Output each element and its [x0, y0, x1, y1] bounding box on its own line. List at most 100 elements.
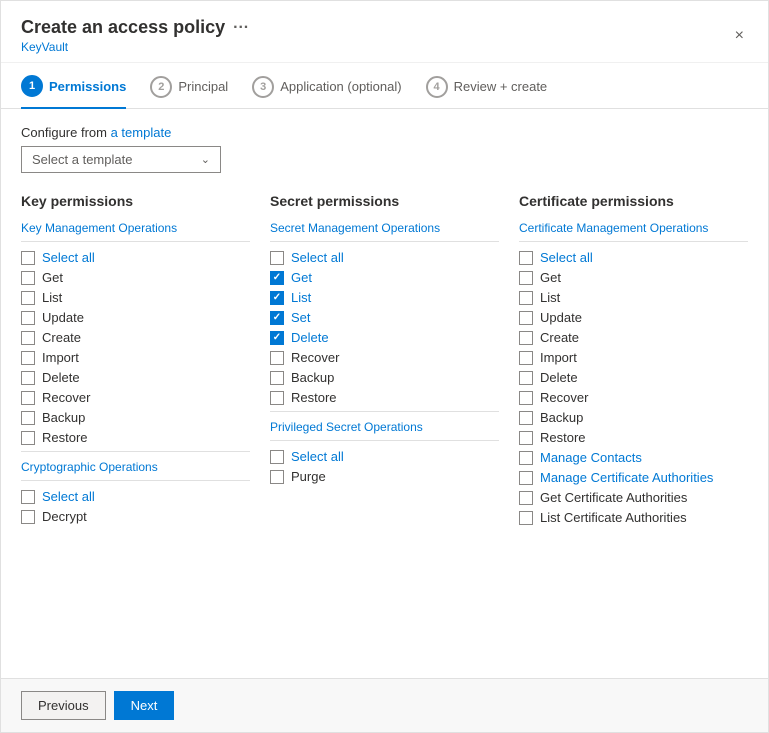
secret-restore-item: Restore — [270, 390, 499, 405]
crypto-select-all-item: Select all — [21, 489, 250, 504]
priv-secret-divider2 — [270, 440, 499, 441]
key-delete-label: Delete — [42, 370, 80, 385]
crypto-decrypt-checkbox[interactable] — [21, 510, 35, 524]
more-options-icon[interactable]: ··· — [233, 19, 249, 37]
secret-backup-checkbox[interactable] — [270, 371, 284, 385]
priv-select-all-checkbox[interactable] — [270, 450, 284, 464]
secret-list-checkbox[interactable] — [270, 291, 284, 305]
cert-recover-label: Recover — [540, 390, 588, 405]
next-button[interactable]: Next — [114, 691, 175, 720]
cert-list-checkbox[interactable] — [519, 291, 533, 305]
key-delete-checkbox[interactable] — [21, 371, 35, 385]
step-3-application[interactable]: 3 Application (optional) — [252, 76, 401, 108]
panel-title: Create an access policy ··· — [21, 17, 249, 38]
secret-backup-item: Backup — [270, 370, 499, 385]
template-select-dropdown[interactable]: Select a template ⌄ — [21, 146, 221, 173]
secret-select-all-label: Select all — [291, 250, 344, 265]
cert-permissions-title: Certificate permissions — [519, 193, 748, 209]
cert-restore-checkbox[interactable] — [519, 431, 533, 445]
secret-set-checkbox[interactable] — [270, 311, 284, 325]
footer: Previous Next — [1, 678, 768, 732]
previous-button[interactable]: Previous — [21, 691, 106, 720]
key-update-checkbox[interactable] — [21, 311, 35, 325]
cert-import-label: Import — [540, 350, 577, 365]
panel-header-left: Create an access policy ··· KeyVault — [21, 17, 249, 54]
cert-list-item: List — [519, 290, 748, 305]
template-link[interactable]: a template — [111, 125, 172, 140]
key-mgmt-divider — [21, 241, 250, 242]
chevron-down-icon: ⌄ — [201, 153, 210, 166]
key-import-checkbox[interactable] — [21, 351, 35, 365]
secret-get-item: Get — [270, 270, 499, 285]
step-2-label: Principal — [178, 79, 228, 94]
priv-select-all-item: Select all — [270, 449, 499, 464]
cert-manage-contacts-label: Manage Contacts — [540, 450, 642, 465]
key-select-all-label: Select all — [42, 250, 95, 265]
cert-import-checkbox[interactable] — [519, 351, 533, 365]
steps-bar: 1 Permissions 2 Principal 3 Application … — [1, 63, 768, 109]
priv-secret-section-title: Privileged Secret Operations — [270, 420, 499, 434]
cert-get-item: Get — [519, 270, 748, 285]
key-list-checkbox[interactable] — [21, 291, 35, 305]
cert-manage-contacts-item: Manage Contacts — [519, 450, 748, 465]
cert-list-ca-checkbox[interactable] — [519, 511, 533, 525]
cert-delete-checkbox[interactable] — [519, 371, 533, 385]
cert-get-checkbox[interactable] — [519, 271, 533, 285]
key-delete-item: Delete — [21, 370, 250, 385]
secret-get-label: Get — [291, 270, 312, 285]
crypto-select-all-checkbox[interactable] — [21, 490, 35, 504]
step-1-permissions[interactable]: 1 Permissions — [21, 75, 126, 109]
priv-secret-divider — [270, 411, 499, 412]
secret-list-item: List — [270, 290, 499, 305]
key-update-label: Update — [42, 310, 84, 325]
key-list-item: List — [21, 290, 250, 305]
crypto-divider — [21, 451, 250, 452]
secret-select-all-checkbox[interactable] — [270, 251, 284, 265]
cert-select-all-checkbox[interactable] — [519, 251, 533, 265]
secret-permissions-title: Secret permissions — [270, 193, 499, 209]
secret-recover-checkbox[interactable] — [270, 351, 284, 365]
cert-create-checkbox[interactable] — [519, 331, 533, 345]
key-backup-checkbox[interactable] — [21, 411, 35, 425]
cert-backup-item: Backup — [519, 410, 748, 425]
cert-delete-label: Delete — [540, 370, 578, 385]
key-get-checkbox[interactable] — [21, 271, 35, 285]
cert-manage-ca-item: Manage Certificate Authorities — [519, 470, 748, 485]
crypto-decrypt-item: Decrypt — [21, 509, 250, 524]
step-4-review[interactable]: 4 Review + create — [426, 76, 548, 108]
cert-mgmt-section-title: Certificate Management Operations — [519, 221, 748, 235]
key-restore-checkbox[interactable] — [21, 431, 35, 445]
key-permissions-column: Key permissions Key Management Operation… — [21, 193, 250, 530]
secret-backup-label: Backup — [291, 370, 334, 385]
secret-mgmt-section-title: Secret Management Operations — [270, 221, 499, 235]
key-create-label: Create — [42, 330, 81, 345]
key-create-item: Create — [21, 330, 250, 345]
key-recover-checkbox[interactable] — [21, 391, 35, 405]
cert-backup-checkbox[interactable] — [519, 411, 533, 425]
permissions-grid: Key permissions Key Management Operation… — [21, 193, 748, 530]
step-4-label: Review + create — [454, 79, 548, 94]
cert-manage-ca-checkbox[interactable] — [519, 471, 533, 485]
template-select-text: Select a template — [32, 152, 132, 167]
cert-update-checkbox[interactable] — [519, 311, 533, 325]
key-select-all-checkbox[interactable] — [21, 251, 35, 265]
close-button[interactable]: × — [731, 23, 748, 49]
priv-purge-label: Purge — [291, 469, 326, 484]
cert-mgmt-divider — [519, 241, 748, 242]
key-get-item: Get — [21, 270, 250, 285]
cert-get-ca-checkbox[interactable] — [519, 491, 533, 505]
step-2-principal[interactable]: 2 Principal — [150, 76, 228, 108]
secret-delete-checkbox[interactable] — [270, 331, 284, 345]
secret-restore-checkbox[interactable] — [270, 391, 284, 405]
cert-select-all-item: Select all — [519, 250, 748, 265]
create-access-policy-panel: Create an access policy ··· KeyVault × 1… — [0, 0, 769, 733]
priv-purge-checkbox[interactable] — [270, 470, 284, 484]
cert-recover-checkbox[interactable] — [519, 391, 533, 405]
secret-get-checkbox[interactable] — [270, 271, 284, 285]
key-recover-label: Recover — [42, 390, 90, 405]
key-permissions-title: Key permissions — [21, 193, 250, 209]
key-get-label: Get — [42, 270, 63, 285]
secret-mgmt-divider — [270, 241, 499, 242]
cert-manage-contacts-checkbox[interactable] — [519, 451, 533, 465]
key-create-checkbox[interactable] — [21, 331, 35, 345]
